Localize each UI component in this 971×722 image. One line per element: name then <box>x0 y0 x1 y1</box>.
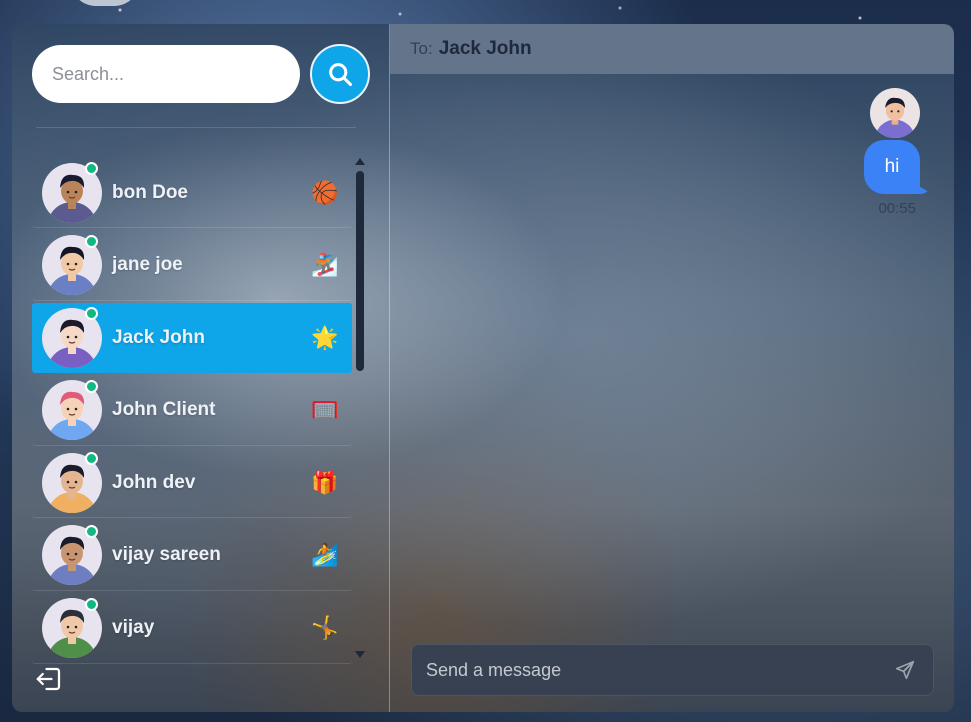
scroll-thumb[interactable] <box>356 171 364 371</box>
message-bubble: hi <box>864 140 920 194</box>
contact-emoji-icon: 🏄 <box>311 542 339 568</box>
contact-list: bon Doe 🏀 jane joe 🏂 Jack John 🌟 John Client 🥅 J… <box>32 158 352 666</box>
chat-panel: To: Jack John hi 00:55 <box>390 24 954 712</box>
contact-item[interactable]: vijay sareen 🏄 <box>32 521 352 591</box>
contact-emoji-icon: 🏀 <box>311 179 339 205</box>
contact-item[interactable]: John dev 🎁 <box>32 448 352 519</box>
send-button[interactable] <box>891 656 919 684</box>
online-status-dot <box>85 307 98 321</box>
message-input[interactable] <box>426 659 891 681</box>
online-status-dot <box>85 162 98 175</box>
contact-emoji-icon: 🌟 <box>311 324 339 350</box>
contact-name: bon Doe <box>112 181 188 203</box>
chat-header: To: Jack John <box>390 24 954 74</box>
contact-item[interactable]: bon Doe 🏀 <box>32 158 352 228</box>
contact-emoji-icon: 🎁 <box>311 469 339 495</box>
sender-avatar <box>870 88 920 138</box>
contact-name: jane joe <box>112 254 183 276</box>
contact-item[interactable]: jane joe 🏂 <box>32 231 352 301</box>
contact-emoji-icon: 🥅 <box>311 397 339 423</box>
online-status-dot <box>85 234 98 248</box>
scroll-down-arrow[interactable] <box>355 651 365 658</box>
search-input[interactable] <box>32 45 300 103</box>
divider <box>36 127 356 128</box>
online-status-dot <box>85 524 98 538</box>
contact-item[interactable]: Jack John 🌟 <box>32 303 352 374</box>
contact-emoji-icon: 🏂 <box>311 252 339 278</box>
send-icon <box>895 660 915 680</box>
search-button[interactable] <box>310 44 370 104</box>
chat-app: bon Doe🏀jane joe🏂Jack John🌟John Client🥅J… <box>12 24 954 712</box>
search-icon <box>329 63 353 87</box>
contact-emoji-icon: 🤸 <box>311 615 339 641</box>
contact-name: vijay sareen <box>112 544 221 566</box>
message-composer <box>411 644 934 696</box>
scroll-up-arrow[interactable] <box>355 158 365 165</box>
message-timestamp: 00:55 <box>878 200 916 217</box>
online-status-dot <box>85 452 98 466</box>
logout-icon <box>36 667 61 691</box>
contact-item[interactable]: vijay 🤸 <box>32 594 352 664</box>
online-status-dot <box>85 597 98 611</box>
contact-item[interactable]: John Client 🥅 <box>32 376 352 446</box>
contact-name: vijay <box>112 617 155 639</box>
online-status-dot <box>85 379 98 393</box>
contact-name: John Client <box>112 399 216 421</box>
to-label: To: <box>410 39 433 58</box>
contact-name: John dev <box>112 471 196 493</box>
recipient-name: Jack John <box>438 38 532 59</box>
message-list: hi 00:55 <box>390 74 954 642</box>
contact-name: Jack John <box>112 326 205 348</box>
contact-list-scrollbar[interactable] <box>354 158 366 658</box>
message-bubble-tail <box>912 182 932 194</box>
logout-button[interactable] <box>34 664 64 694</box>
search-bar <box>32 44 372 104</box>
sidebar: bon Doe🏀jane joe🏂Jack John🌟John Client🥅J… <box>12 24 390 712</box>
